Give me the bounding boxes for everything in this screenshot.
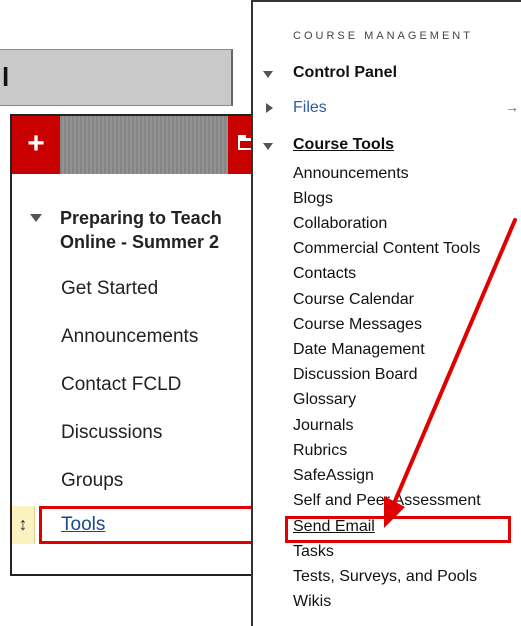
tool-date-management[interactable]: Date Management — [293, 341, 425, 359]
menu-item-tools-row: ↕ Tools — [12, 506, 256, 544]
updown-arrow-icon[interactable]: ↕ — [12, 506, 35, 544]
tool-discussion-board[interactable]: Discussion Board — [293, 366, 418, 384]
tool-commercial-content-tools[interactable]: Commercial Content Tools — [293, 240, 480, 258]
tool-journals[interactable]: Journals — [293, 417, 353, 435]
triangle-down-icon[interactable] — [263, 71, 273, 78]
course-tools-link[interactable]: Course Tools — [293, 136, 394, 154]
control-panel-header[interactable]: Control Panel — [253, 62, 521, 86]
course-title[interactable]: Preparing to Teach Online - Summer 2 — [60, 206, 256, 254]
top-banner: l — [0, 49, 233, 106]
menu-item-groups[interactable]: Groups — [61, 470, 123, 492]
menu-item-discussions[interactable]: Discussions — [61, 422, 162, 444]
files-row[interactable]: Files → — [253, 97, 521, 121]
triangle-right-icon[interactable] — [266, 103, 273, 113]
menu-item-contact-fcld[interactable]: Contact FCLD — [61, 374, 181, 396]
control-panel-title[interactable]: Control Panel — [293, 64, 397, 82]
menu-item-announcements[interactable]: Announcements — [61, 326, 198, 348]
arrow-right-icon[interactable]: → — [505, 99, 519, 115]
menu-item-get-started[interactable]: Get Started — [61, 278, 158, 300]
files-link[interactable]: Files — [293, 99, 327, 117]
tool-safeassign[interactable]: SafeAssign — [293, 467, 374, 485]
tool-send-email[interactable]: Send Email — [293, 518, 375, 536]
tool-announcements[interactable]: Announcements — [293, 165, 409, 183]
plus-icon: + — [27, 127, 45, 160]
tool-wikis[interactable]: Wikis — [293, 593, 331, 611]
course-management-label: COURSE MANAGEMENT — [293, 30, 473, 42]
menu-item-tools[interactable]: Tools — [61, 514, 105, 536]
triangle-down-icon[interactable] — [263, 143, 273, 150]
tool-course-calendar[interactable]: Course Calendar — [293, 291, 414, 309]
tool-tests-surveys-pools[interactable]: Tests, Surveys, and Pools — [293, 568, 477, 586]
banner-text: l — [2, 62, 10, 92]
tool-blogs[interactable]: Blogs — [293, 190, 333, 208]
tool-glossary[interactable]: Glossary — [293, 391, 356, 409]
tool-self-and-peer-assessment[interactable]: Self and Peer Assessment — [293, 492, 481, 510]
tool-collaboration[interactable]: Collaboration — [293, 215, 387, 233]
course-menu-header: + — [12, 116, 256, 174]
tool-course-messages[interactable]: Course Messages — [293, 316, 422, 334]
course-menu: + Preparing to Teach Online - Summer 2 G… — [10, 114, 258, 576]
triangle-down-icon[interactable] — [30, 214, 42, 222]
tool-rubrics[interactable]: Rubrics — [293, 442, 347, 460]
tool-contacts[interactable]: Contacts — [293, 265, 356, 283]
add-menu-item-button[interactable]: + — [12, 116, 60, 174]
control-panel: COURSE MANAGEMENT Control Panel Files → … — [251, 0, 521, 626]
course-tools-row[interactable]: Course Tools — [253, 134, 521, 158]
tool-tasks[interactable]: Tasks — [293, 543, 334, 561]
